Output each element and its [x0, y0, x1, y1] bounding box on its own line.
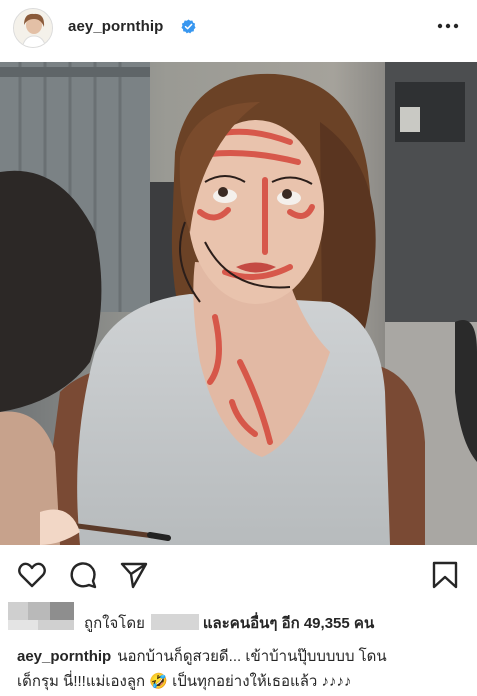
caption-line-1: aey_pornthip นอกบ้านก็ดูสวยดี... เข้าบ้าน… — [17, 644, 469, 669]
post-header: aey_pornthip — [0, 0, 477, 58]
bookmark-icon[interactable] — [430, 560, 460, 590]
more-icon[interactable] — [437, 22, 459, 30]
post-caption: aey_pornthip นอกบ้านก็ดูสวยดี... เข้าบ้าน… — [17, 644, 469, 694]
blurred-liker-name — [150, 614, 199, 630]
likes-text[interactable]: ถูกใจโดย และคนอื่นๆ อีก 49,355 คน — [84, 611, 374, 635]
caption-username[interactable]: aey_pornthip — [17, 648, 111, 665]
liker-avatars[interactable] — [8, 602, 76, 638]
post-image — [0, 62, 477, 545]
likes-unit: คน — [353, 615, 375, 632]
likes-row: ถูกใจโดย และคนอื่นๆ อีก 49,355 คน — [0, 602, 477, 640]
share-icon[interactable] — [119, 560, 149, 590]
and-others-label: และคนอื่นๆ อีก — [202, 615, 300, 632]
likes-count: 49,355 — [303, 615, 350, 632]
caption-text-1: นอกบ้านก็ดูสวยดี... เข้าบ้านปุ๊บบบบบ โดน — [117, 648, 387, 665]
post-actions — [0, 552, 477, 598]
caption-line-2: เด็กรุม นี่!!!แม่เองลูก 🤣 เป็นทุกอย่างให… — [17, 673, 352, 690]
post-photo[interactable] — [0, 62, 477, 545]
post-username[interactable]: aey_pornthip — [68, 18, 163, 35]
liked-by-label: ถูกใจโดย — [84, 615, 145, 632]
heart-icon[interactable] — [17, 560, 47, 590]
avatar[interactable] — [13, 8, 53, 48]
comment-icon[interactable] — [68, 560, 98, 590]
verified-icon — [181, 19, 196, 34]
